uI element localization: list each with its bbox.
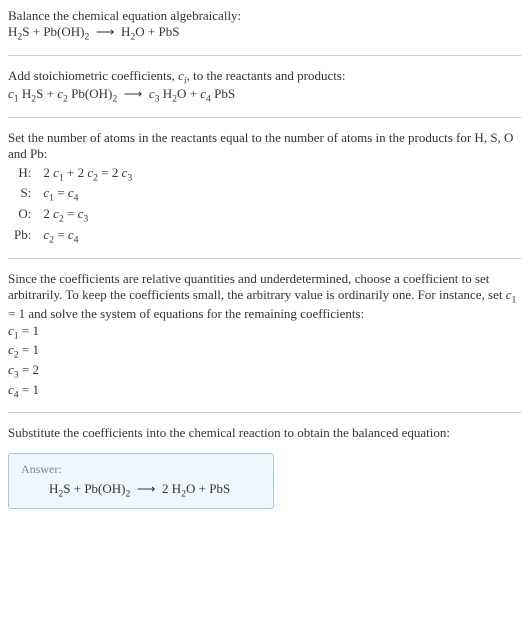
equation-with-coeffs: c1 H2S + c2 Pb(OH)2 ⟶ c3 H2O + c4 PbS (8, 86, 521, 105)
element-label: H: (8, 164, 37, 185)
table-row: S:c1 = c4 (8, 184, 138, 205)
divider (8, 117, 521, 118)
step-add-coeffs: Add stoichiometric coefficients, ci, to … (8, 68, 521, 105)
table-row: H:2 c1 + 2 c2 = 2 c3 (8, 164, 138, 185)
coefficient-value: c3 = 2 (8, 362, 521, 381)
step4-text: Since the coefficients are relative quan… (8, 271, 521, 322)
element-label: S: (8, 184, 37, 205)
step-substitute: Substitute the coefficients into the che… (8, 425, 521, 441)
element-equation: 2 c1 + 2 c2 = 2 c3 (37, 164, 138, 185)
coefficient-value: c1 = 1 (8, 323, 521, 342)
step3-text: Set the number of atoms in the reactants… (8, 130, 521, 162)
intro-section: Balance the chemical equation algebraica… (8, 8, 521, 43)
element-equation: c1 = c4 (37, 184, 138, 205)
unbalanced-equation: H2S + Pb(OH)2 ⟶ H2O + PbS (8, 24, 521, 43)
coeff-list: c1 = 1c2 = 1c3 = 2c4 = 1 (8, 323, 521, 400)
coefficient-value: c2 = 1 (8, 342, 521, 361)
intro-text: Balance the chemical equation algebraica… (8, 8, 521, 24)
element-equation: c2 = c4 (37, 226, 138, 247)
table-row: Pb:c2 = c4 (8, 226, 138, 247)
atom-tbody: H:2 c1 + 2 c2 = 2 c3S:c1 = c4O:2 c2 = c3… (8, 164, 138, 246)
divider (8, 412, 521, 413)
table-row: O:2 c2 = c3 (8, 205, 138, 226)
step-solve: Since the coefficients are relative quan… (8, 271, 521, 400)
divider (8, 55, 521, 56)
element-equation: 2 c2 = c3 (37, 205, 138, 226)
step-atom-balance: Set the number of atoms in the reactants… (8, 130, 521, 246)
coefficient-value: c4 = 1 (8, 382, 521, 401)
divider (8, 258, 521, 259)
step2-text: Add stoichiometric coefficients, ci, to … (8, 68, 521, 87)
answer-box: Answer: H2S + Pb(OH)2 ⟶ 2 H2O + PbS (8, 453, 274, 509)
element-label: O: (8, 205, 37, 226)
step5-text: Substitute the coefficients into the che… (8, 425, 521, 441)
atom-equations-table: H:2 c1 + 2 c2 = 2 c3S:c1 = c4O:2 c2 = c3… (8, 164, 138, 246)
balanced-equation: H2S + Pb(OH)2 ⟶ 2 H2O + PbS (21, 481, 261, 500)
answer-label: Answer: (21, 462, 261, 477)
element-label: Pb: (8, 226, 37, 247)
